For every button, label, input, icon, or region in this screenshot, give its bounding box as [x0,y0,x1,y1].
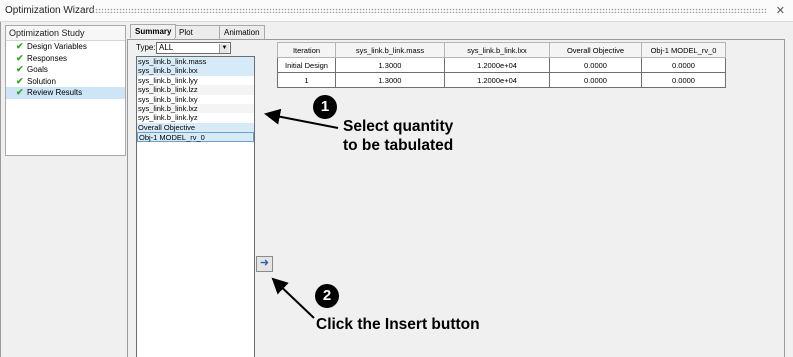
callout-1-line1: Select quantity [343,118,454,135]
callout-2-number: 2 [315,284,339,308]
callout-2-arrow [271,277,315,319]
annotation-arrows [264,108,339,319]
callout-1-text: Select quantity to be tabulated [343,117,453,155]
callout-2-text: Click the Insert button [316,316,480,333]
tab-summary[interactable]: Summary [130,24,177,38]
callout-1-number: 1 [313,95,337,119]
callout-1-line2: to be tabulated [343,137,454,154]
